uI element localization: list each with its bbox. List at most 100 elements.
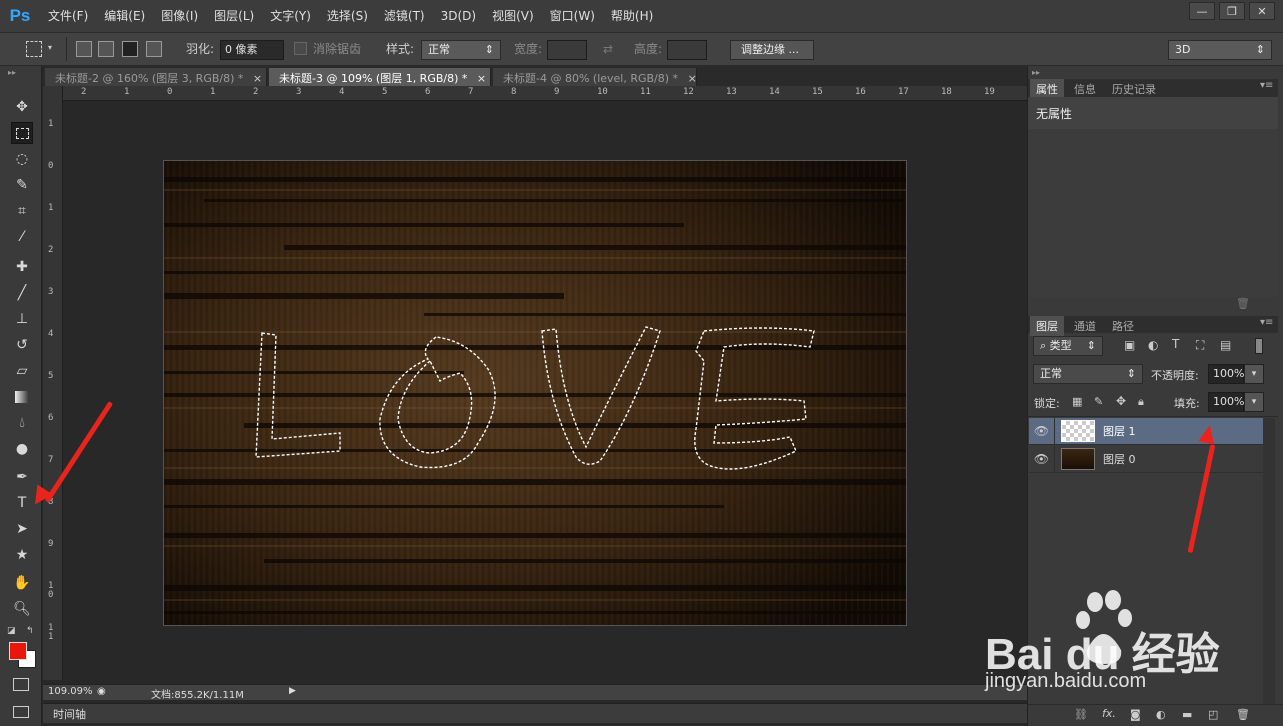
menu-type[interactable]: 文字(Y) — [262, 0, 319, 32]
chevron-down-icon[interactable]: ▾ — [48, 43, 52, 52]
brush-tool-icon[interactable]: ╱ — [11, 282, 33, 304]
menu-select[interactable]: 选择(S) — [319, 0, 376, 32]
tab-history[interactable]: 历史记录 — [1106, 79, 1162, 99]
vertical-ruler[interactable]: 101234567891 01 1 — [43, 86, 63, 680]
layer-row-1[interactable]: 👁︎ 图层 1 — [1029, 417, 1263, 445]
tab-channels[interactable]: 通道 — [1068, 316, 1102, 336]
fill-input[interactable]: 100% — [1208, 392, 1244, 412]
tab-paths[interactable]: 路径 — [1106, 316, 1140, 336]
swap-colors-icon[interactable]: ↰ — [26, 626, 34, 636]
layer-name[interactable]: 图层 0 — [1103, 451, 1136, 467]
eraser-tool-icon[interactable]: ▱ — [11, 360, 33, 382]
menu-3d[interactable]: 3D(D) — [433, 0, 484, 32]
menu-view[interactable]: 视图(V) — [484, 0, 542, 32]
hand-tool-icon[interactable]: ✋ — [11, 572, 33, 594]
menu-window[interactable]: 窗口(W) — [542, 0, 603, 32]
minimize-button[interactable]: — — [1189, 2, 1215, 20]
layer-filter-kind[interactable]: ⌕ 类型 ⇕ — [1033, 336, 1103, 356]
layer-row-0[interactable]: 👁︎ 图层 0 — [1029, 445, 1263, 473]
timeline-panel[interactable]: 时间轴 — [43, 703, 1027, 723]
blur-tool-icon[interactable]: 💧︎ — [11, 412, 33, 434]
shape-tool-icon[interactable]: ★ — [11, 544, 33, 566]
adjustment-layer-icon[interactable]: ◐ — [1156, 708, 1166, 721]
tab-close-icon[interactable]: × — [477, 72, 486, 85]
menu-edit[interactable]: 编辑(E) — [96, 0, 153, 32]
tab-layers[interactable]: 图层 — [1030, 316, 1064, 336]
crop-tool-icon[interactable]: ⌗ — [11, 200, 33, 222]
document-canvas[interactable] — [163, 160, 907, 626]
healing-brush-tool-icon[interactable]: ✚ — [11, 256, 33, 278]
lock-position-icon[interactable]: ✥ — [1116, 394, 1126, 408]
default-colors-icon[interactable]: ◪ — [7, 626, 16, 636]
screen-mode-icon[interactable] — [13, 706, 29, 718]
layers-scrollbar[interactable] — [1263, 418, 1275, 704]
style-select[interactable]: 正常 ⇕ — [421, 40, 501, 60]
zoom-tool-icon[interactable]: 🔍︎ — [11, 598, 33, 620]
menu-file[interactable]: 文件(F) — [40, 0, 96, 32]
subtract-selection-icon[interactable] — [122, 41, 138, 57]
intersect-selection-icon[interactable] — [146, 41, 162, 57]
fx-icon[interactable]: fx. — [1102, 707, 1116, 720]
tab-properties[interactable]: 属性 — [1030, 79, 1064, 99]
menu-help[interactable]: 帮助(H) — [603, 0, 661, 32]
blend-mode-select[interactable]: 正常 ⇕ — [1033, 364, 1143, 384]
filter-smart-object-icon[interactable]: ▤ — [1220, 338, 1231, 352]
status-info-icon[interactable]: ◉ — [97, 686, 106, 697]
history-brush-tool-icon[interactable]: ↺ — [11, 334, 33, 356]
panel-menu-icon[interactable]: ▾≡ — [1260, 80, 1273, 91]
lock-pixels-icon[interactable]: ✎ — [1094, 395, 1103, 408]
close-button[interactable]: ✕ — [1249, 2, 1275, 20]
horizontal-ruler[interactable]: 2 1 0 1 2 3 4 5 6 7 8 9 10 11 12 13 14 15 16 17 18 19 — [63, 86, 1027, 101]
swap-icon[interactable]: ⇄ — [603, 33, 613, 65]
trash-icon[interactable]: 🗑︎ — [1236, 297, 1250, 310]
timeline-tab[interactable]: 时间轴 — [53, 706, 86, 722]
filter-pixel-icon[interactable]: ▣ — [1124, 338, 1135, 352]
height-input[interactable] — [667, 40, 707, 60]
stamp-tool-icon[interactable]: ⊥ — [11, 308, 33, 330]
lock-all-icon[interactable]: 🔒︎ — [1138, 395, 1144, 409]
collapse-icon[interactable]: ▸▸ — [8, 68, 16, 77]
marquee-tool-icon[interactable] — [11, 122, 33, 144]
add-selection-icon[interactable] — [98, 41, 114, 57]
refine-edge-button[interactable]: 调整边缘 ... — [730, 40, 814, 60]
link-layers-icon[interactable]: ⛓︎ — [1074, 708, 1088, 721]
panel-menu-icon[interactable]: ▾≡ — [1260, 317, 1273, 328]
marquee-preset-icon[interactable] — [26, 41, 42, 57]
filter-toggle[interactable] — [1255, 338, 1263, 354]
foreground-color-swatch[interactable] — [9, 642, 27, 660]
menu-filter[interactable]: 滤镜(T) — [376, 0, 433, 32]
move-tool-icon[interactable]: ✥ — [11, 96, 33, 118]
quick-select-tool-icon[interactable]: ✎ — [11, 174, 33, 196]
status-menu-arrow-icon[interactable]: ▶ — [289, 686, 296, 696]
menu-image[interactable]: 图像(I) — [153, 0, 206, 32]
dodge-tool-icon[interactable]: ● — [11, 438, 33, 460]
width-input[interactable] — [547, 40, 587, 60]
tab-close-icon[interactable]: × — [688, 72, 697, 85]
collapse-icon[interactable]: ▸▸ — [1032, 68, 1040, 77]
feather-input[interactable]: 0 像素 — [220, 40, 284, 60]
eye-icon[interactable]: 👁︎ — [1029, 417, 1055, 445]
tab-info[interactable]: 信息 — [1068, 79, 1102, 99]
eye-icon[interactable]: 👁︎ — [1029, 445, 1055, 473]
fill-dropdown-icon[interactable]: ▾ — [1244, 392, 1264, 412]
quick-mask-icon[interactable] — [13, 678, 29, 691]
opacity-input[interactable]: 100% — [1208, 364, 1244, 384]
path-select-tool-icon[interactable]: ➤ — [11, 518, 33, 540]
new-group-icon[interactable]: ▬ — [1182, 708, 1192, 721]
opacity-dropdown-icon[interactable]: ▾ — [1244, 364, 1264, 384]
filter-shape-icon[interactable]: ⛶ — [1196, 338, 1204, 353]
tab-document-2[interactable]: 未标题-2 @ 160% (图层 3, RGB/8) * × — [45, 68, 267, 86]
menu-layer[interactable]: 图层(L) — [206, 0, 262, 32]
add-mask-icon[interactable]: ◙ — [1130, 708, 1141, 721]
workspace-select[interactable]: 3D ⇕ — [1168, 40, 1272, 60]
tab-close-icon[interactable]: × — [253, 72, 262, 85]
filter-adjustment-icon[interactable]: ◐ — [1148, 338, 1158, 352]
new-selection-icon[interactable] — [76, 41, 92, 57]
antialias-checkbox[interactable] — [294, 42, 307, 55]
gradient-tool-icon[interactable] — [11, 386, 33, 408]
layer-name[interactable]: 图层 1 — [1103, 423, 1136, 439]
delete-layer-icon[interactable]: 🗑︎ — [1236, 708, 1250, 721]
zoom-level[interactable]: 109.09% — [48, 686, 93, 697]
pen-tool-icon[interactable]: ✒ — [11, 466, 33, 488]
new-layer-icon[interactable]: ◰ — [1208, 708, 1218, 721]
